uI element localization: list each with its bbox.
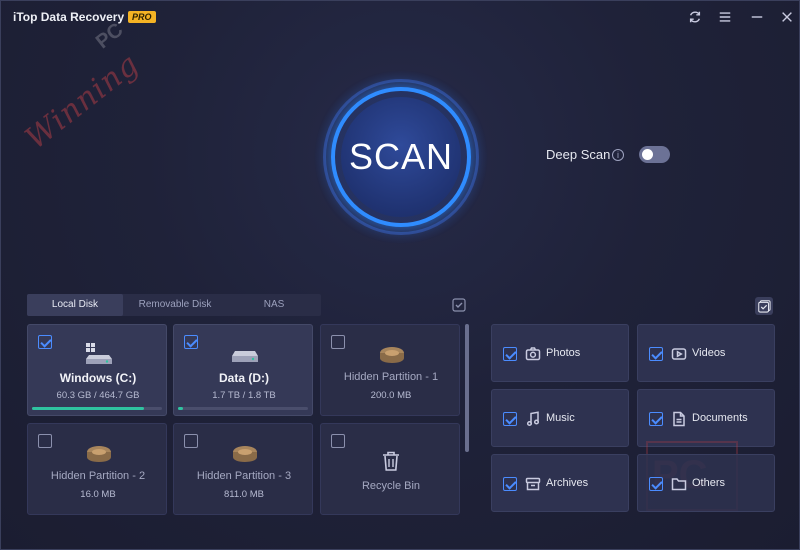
disk-name: Hidden Partition - 2 <box>50 470 146 482</box>
play-icon <box>671 346 687 362</box>
checkbox-hidden-2[interactable] <box>38 434 52 448</box>
windows-drive-icon <box>85 343 113 365</box>
checkbox-music[interactable] <box>503 412 517 426</box>
type-label: Documents <box>692 412 748 424</box>
type-card-music[interactable]: Music <box>491 389 629 447</box>
usage-bar-fill <box>32 407 144 410</box>
type-label: Photos <box>546 347 581 359</box>
drive-icon <box>231 343 259 365</box>
close-icon[interactable] <box>777 7 797 27</box>
type-label: Others <box>692 477 726 489</box>
toggle-knob <box>642 149 653 160</box>
hidden-drive-icon <box>85 442 113 464</box>
type-label: Videos <box>692 347 726 359</box>
menu-icon[interactable] <box>715 7 735 27</box>
trash-icon <box>380 450 402 472</box>
watermark: Winning <box>19 46 146 157</box>
select-all-disks-icon[interactable] <box>452 298 466 312</box>
tab-nas[interactable]: NAS <box>227 294 321 316</box>
disk-size: 60.3 GB / 464.7 GB <box>56 390 140 401</box>
checkbox-data[interactable] <box>184 335 198 349</box>
disk-size: 16.0 MB <box>80 489 116 500</box>
info-icon[interactable]: i <box>612 149 624 161</box>
checkbox-windows[interactable] <box>38 335 52 349</box>
app-window: iTop Data Recovery PRO Winning PC SCAN D… <box>0 0 800 550</box>
camera-icon <box>525 346 541 362</box>
app-title: iTop Data Recovery <box>13 10 125 24</box>
archive-icon <box>525 476 541 492</box>
music-note-icon <box>525 411 541 427</box>
refresh-icon[interactable] <box>685 7 705 27</box>
usage-bar <box>32 407 162 410</box>
disk-card-hidden-1[interactable]: Hidden Partition - 1 200.0 MB <box>320 324 460 416</box>
disk-tabs: Local Disk Removable Disk NAS <box>27 294 321 316</box>
type-card-archives[interactable]: Archives <box>491 454 629 512</box>
disk-name: Hidden Partition - 3 <box>196 470 292 482</box>
document-icon <box>671 411 687 427</box>
tab-local-disk[interactable]: Local Disk <box>27 294 123 316</box>
select-all-types-icon[interactable] <box>755 297 773 315</box>
scan-button[interactable]: SCAN <box>341 97 461 217</box>
pro-badge: PRO <box>128 11 156 23</box>
usage-bar <box>178 407 308 410</box>
checkbox-videos[interactable] <box>649 347 663 361</box>
type-label: Archives <box>546 477 589 489</box>
type-label: Music <box>546 412 575 424</box>
disk-name: Hidden Partition - 1 <box>343 371 439 383</box>
tab-removable-disk[interactable]: Removable Disk <box>123 294 227 316</box>
disk-card-windows[interactable]: Windows (C:) 60.3 GB / 464.7 GB <box>27 324 167 416</box>
usage-bar-fill <box>178 407 184 410</box>
folder-icon <box>671 476 687 492</box>
disk-card-hidden-2[interactable]: Hidden Partition - 2 16.0 MB <box>27 423 167 515</box>
deep-scan-toggle[interactable] <box>639 146 670 163</box>
checkbox-hidden-3[interactable] <box>184 434 198 448</box>
disk-size: 811.0 MB <box>224 489 264 500</box>
type-card-photos[interactable]: Photos <box>491 324 629 382</box>
checkbox-archives[interactable] <box>503 477 517 491</box>
checkbox-documents[interactable] <box>649 412 663 426</box>
type-card-others[interactable]: Others <box>637 454 775 512</box>
disk-card-hidden-3[interactable]: Hidden Partition - 3 811.0 MB <box>173 423 313 515</box>
type-card-documents[interactable]: Documents <box>637 389 775 447</box>
disk-name: Windows (C:) <box>59 371 137 385</box>
deep-scan-label: Deep Scan <box>546 147 611 162</box>
disk-card-data[interactable]: Data (D:) 1.7 TB / 1.8 TB <box>173 324 313 416</box>
checkbox-recycle-bin[interactable] <box>331 434 345 448</box>
hidden-drive-icon <box>231 442 259 464</box>
disk-size: 1.7 TB / 1.8 TB <box>212 390 276 401</box>
disk-size: 200.0 MB <box>370 390 412 401</box>
minimize-icon[interactable] <box>747 7 767 27</box>
checkbox-others[interactable] <box>649 477 663 491</box>
checkbox-hidden-1[interactable] <box>331 335 345 349</box>
disk-list-scrollbar[interactable] <box>465 324 469 452</box>
hidden-drive-icon <box>378 343 406 365</box>
disk-name: Recycle Bin <box>361 480 421 492</box>
disk-name: Data (D:) <box>219 371 269 385</box>
type-card-videos[interactable]: Videos <box>637 324 775 382</box>
checkbox-photos[interactable] <box>503 347 517 361</box>
disk-card-recycle-bin[interactable]: Recycle Bin <box>320 423 460 515</box>
